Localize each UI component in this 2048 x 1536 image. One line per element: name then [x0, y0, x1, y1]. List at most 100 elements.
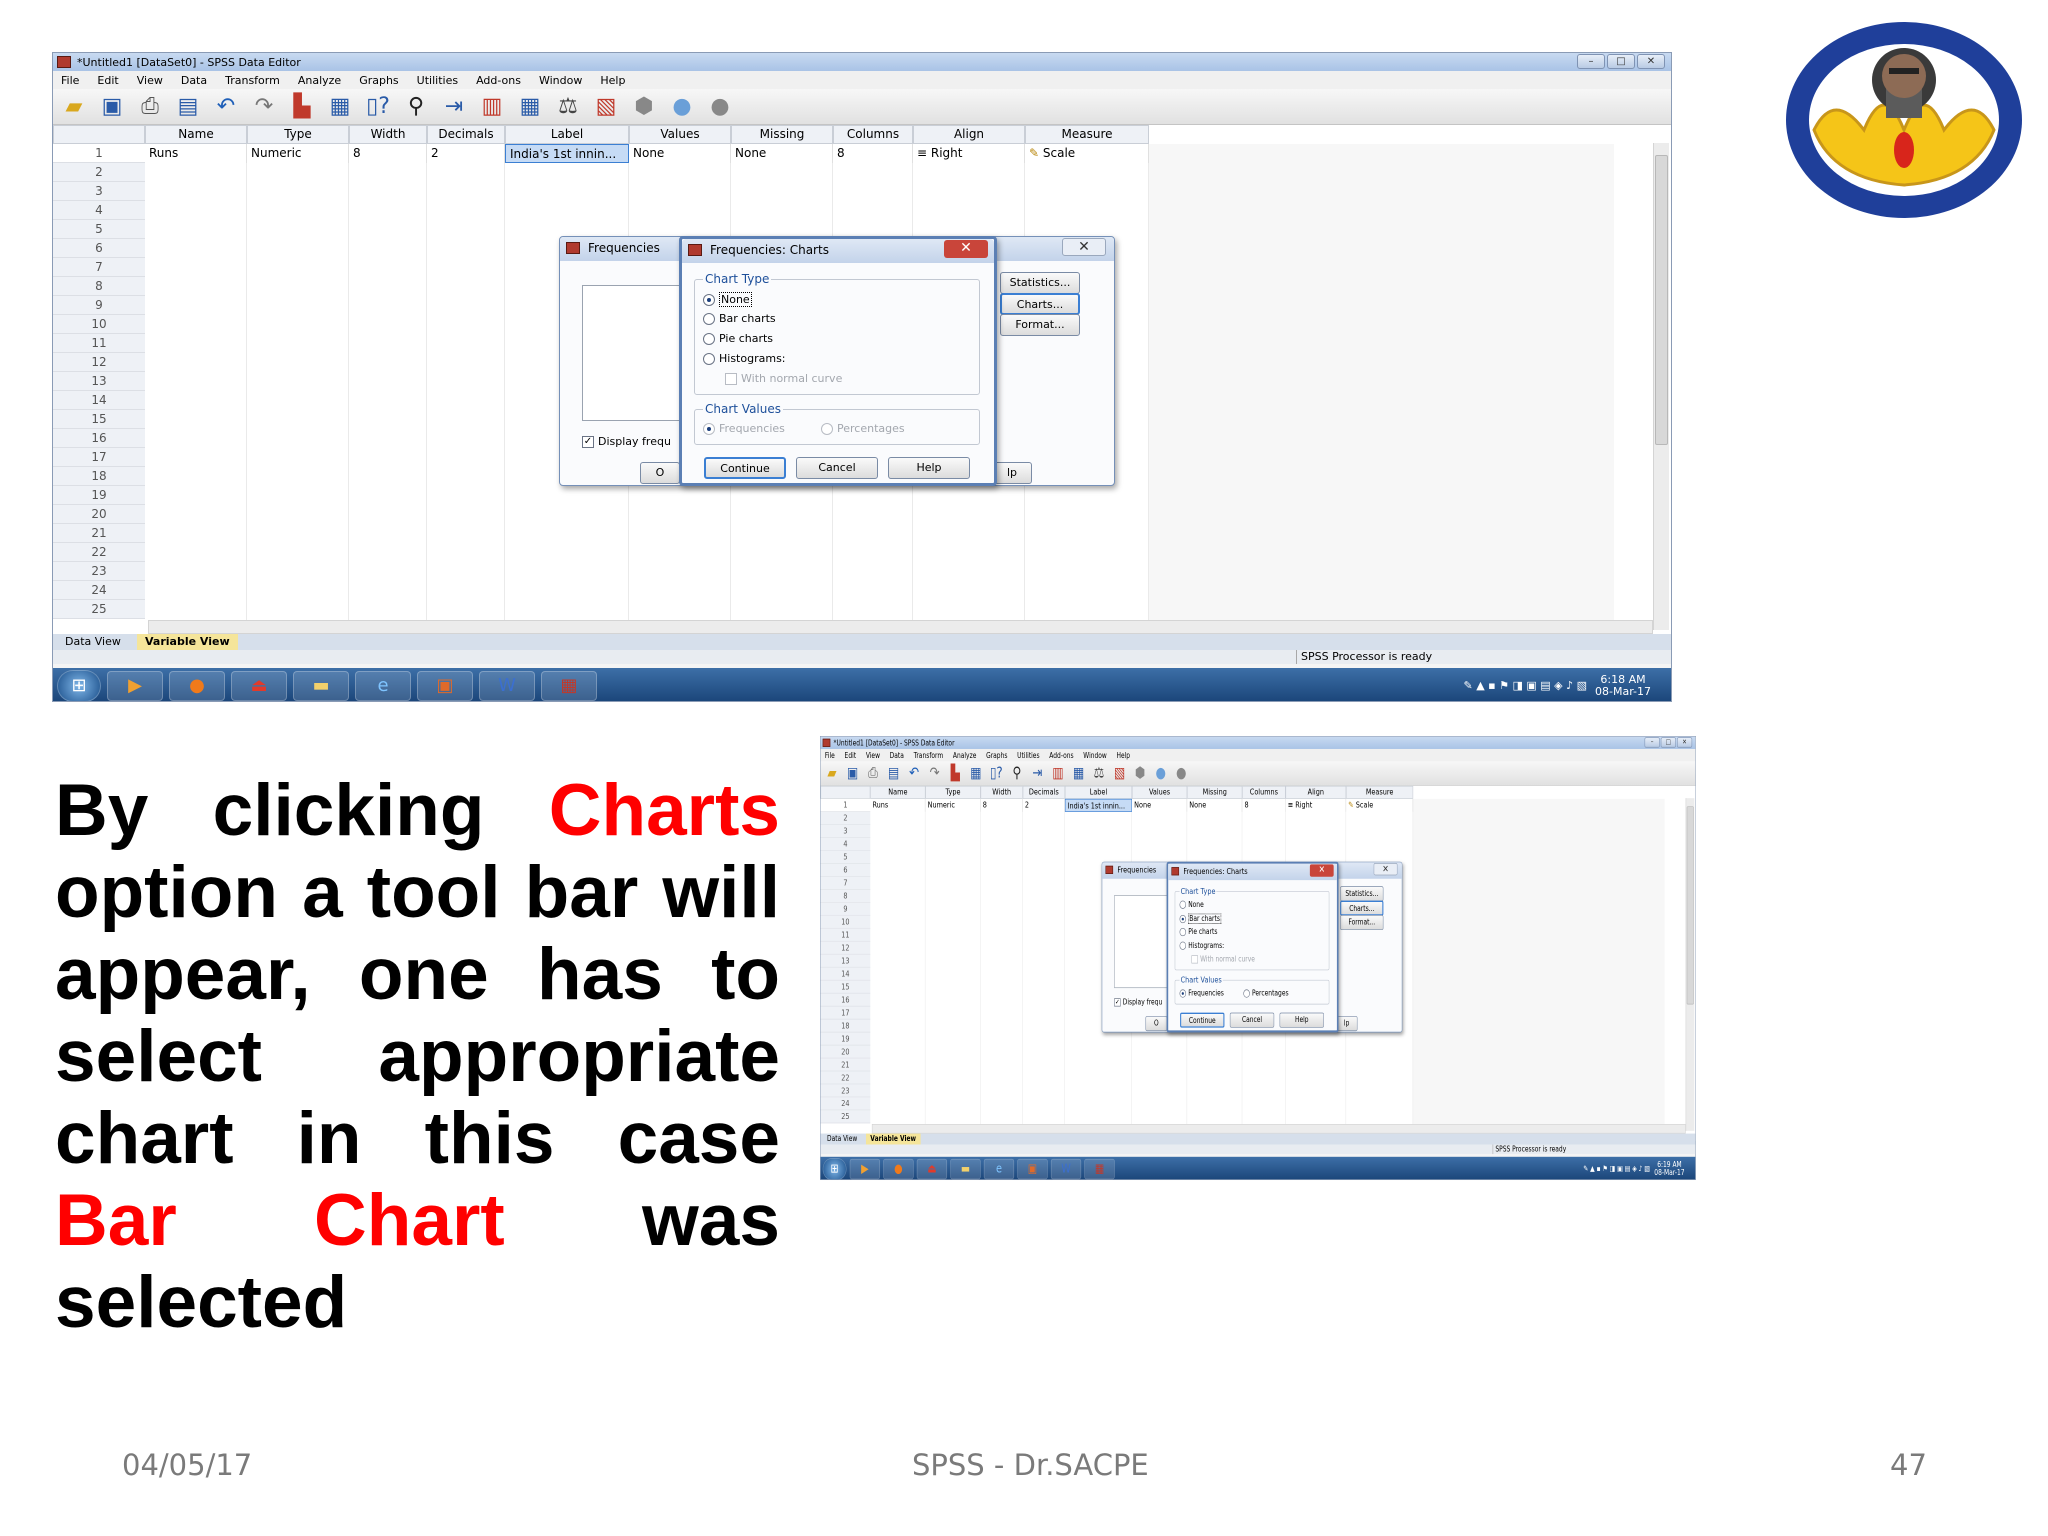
- row-number[interactable]: 15: [53, 410, 145, 429]
- col-header-measure[interactable]: Measure: [1025, 125, 1149, 144]
- row-number[interactable]: 23: [53, 562, 145, 581]
- charts-button[interactable]: Charts...: [1340, 900, 1384, 916]
- cell-values[interactable]: None: [1132, 798, 1188, 812]
- find-icon[interactable]: ⚲: [1008, 763, 1026, 783]
- windows-start-icon[interactable]: ⊞: [822, 1157, 847, 1180]
- cell-label[interactable]: India's 1st innin...: [1064, 798, 1132, 812]
- insert-cases-icon[interactable]: ⇥: [437, 92, 471, 122]
- menu-data[interactable]: Data: [181, 74, 207, 87]
- row-number[interactable]: 17: [820, 1006, 871, 1020]
- redo-icon[interactable]: ↷: [247, 92, 281, 122]
- menu-graphs[interactable]: Graphs: [359, 74, 398, 87]
- insert-cases-icon[interactable]: ⇥: [1028, 763, 1046, 783]
- spss-taskbar-icon[interactable]: ▦: [541, 670, 597, 701]
- row-number[interactable]: 6: [820, 863, 871, 877]
- col-header-align[interactable]: Align: [1285, 785, 1347, 799]
- row-number[interactable]: 8: [53, 277, 145, 296]
- close-icon[interactable]: ✕: [1062, 238, 1106, 256]
- row-number[interactable]: 19: [820, 1032, 871, 1046]
- cell-columns[interactable]: 8: [833, 144, 913, 163]
- cell-type[interactable]: Numeric: [925, 798, 981, 812]
- minimize-button[interactable]: –: [1577, 54, 1605, 69]
- col-header-width[interactable]: Width: [349, 125, 427, 144]
- col-header-decimals[interactable]: Decimals: [1022, 785, 1065, 799]
- row-number[interactable]: 10: [820, 915, 871, 929]
- media-player-icon[interactable]: ▶: [849, 1158, 881, 1179]
- cell-measure[interactable]: ✎ Scale: [1025, 144, 1149, 163]
- redo-icon[interactable]: ↷: [925, 763, 943, 783]
- row-number[interactable]: 22: [820, 1071, 871, 1085]
- col-header-type[interactable]: Type: [247, 125, 349, 144]
- weight-cases-icon[interactable]: ⚖: [551, 92, 585, 122]
- cell-align[interactable]: ≡ Right: [913, 144, 1025, 163]
- col-header-values[interactable]: Values: [629, 125, 731, 144]
- acrobat-icon[interactable]: ⏏: [916, 1158, 948, 1179]
- variable-list[interactable]: [1114, 895, 1169, 989]
- cell-decimals[interactable]: 2: [427, 144, 505, 163]
- menu-edit[interactable]: Edit: [845, 751, 857, 760]
- tab-data-view[interactable]: Data View: [57, 634, 129, 650]
- help-button[interactable]: lp: [1335, 1016, 1358, 1032]
- cell-width[interactable]: 8: [981, 798, 1023, 812]
- dialog-recall-icon[interactable]: ▤: [171, 92, 205, 122]
- cell-name[interactable]: Runs: [145, 144, 247, 163]
- menu-utilities[interactable]: Utilities: [1017, 751, 1039, 760]
- row-number[interactable]: 15: [820, 980, 871, 994]
- col-header-decimals[interactable]: Decimals: [427, 125, 505, 144]
- tab-data-view[interactable]: Data View: [823, 1134, 862, 1145]
- continue-button[interactable]: Continue: [1180, 1012, 1225, 1028]
- menu-analyze[interactable]: Analyze: [953, 751, 976, 760]
- row-number[interactable]: 11: [53, 334, 145, 353]
- menu-utilities[interactable]: Utilities: [417, 74, 458, 87]
- split-file-icon[interactable]: ▦: [1069, 763, 1087, 783]
- find-icon[interactable]: ⚲: [399, 92, 433, 122]
- cell-measure[interactable]: ✎ Scale: [1346, 798, 1414, 812]
- insert-variable-icon[interactable]: ▥: [1049, 763, 1067, 783]
- row-number[interactable]: 11: [820, 928, 871, 942]
- insert-variable-icon[interactable]: ▥: [475, 92, 509, 122]
- vertical-scrollbar[interactable]: [1653, 143, 1669, 630]
- vertical-scrollbar[interactable]: [1685, 798, 1695, 1131]
- format-button[interactable]: Format...: [1340, 914, 1384, 931]
- menu-help[interactable]: Help: [1116, 751, 1130, 760]
- menu-data[interactable]: Data: [890, 751, 904, 760]
- menu-addons[interactable]: Add-ons: [1049, 751, 1073, 760]
- show-all-icon[interactable]: ●: [1172, 763, 1190, 783]
- help-button[interactable]: Help: [888, 457, 970, 479]
- print-icon[interactable]: ⎙: [864, 763, 882, 783]
- select-cases-icon[interactable]: ▧: [1110, 763, 1128, 783]
- col-header-label[interactable]: Label: [505, 125, 629, 144]
- close-icon[interactable]: ✕: [944, 240, 988, 258]
- cell-columns[interactable]: 8: [1242, 798, 1286, 812]
- open-folder-icon[interactable]: ▰: [57, 92, 91, 122]
- radio-percentages[interactable]: Percentages: [821, 422, 905, 435]
- show-all-icon[interactable]: ●: [703, 92, 737, 122]
- cell-decimals[interactable]: 2: [1023, 798, 1065, 812]
- clock[interactable]: 6:19 AM 08-Mar-17: [1654, 1160, 1684, 1177]
- variable-list[interactable]: [582, 285, 682, 421]
- row-number[interactable]: 18: [820, 1019, 871, 1033]
- radio-pie-charts[interactable]: Pie charts: [703, 332, 773, 345]
- weight-cases-icon[interactable]: ⚖: [1090, 763, 1108, 783]
- row-number[interactable]: 12: [53, 353, 145, 372]
- explorer-folder-icon[interactable]: ▬: [950, 1158, 981, 1179]
- format-button[interactable]: Format...: [1000, 314, 1080, 336]
- help-button[interactable]: Help: [1279, 1012, 1324, 1028]
- value-labels-icon[interactable]: ⬢: [1131, 763, 1149, 783]
- checkbox-icon[interactable]: ✓: [582, 435, 594, 448]
- maximize-button[interactable]: □: [1660, 737, 1676, 748]
- cell-name[interactable]: Runs: [870, 798, 926, 812]
- row-number[interactable]: 6: [53, 239, 145, 258]
- menu-file[interactable]: File: [825, 751, 835, 760]
- cell-width[interactable]: 8: [349, 144, 427, 163]
- close-icon[interactable]: ✕: [1373, 863, 1398, 876]
- cell-missing[interactable]: None: [731, 144, 833, 163]
- continue-button[interactable]: Continue: [704, 457, 786, 479]
- row-number[interactable]: 5: [53, 220, 145, 239]
- spss-taskbar-icon[interactable]: ▦: [1084, 1158, 1115, 1179]
- radio-bar-charts[interactable]: Bar charts: [1179, 913, 1222, 924]
- row-number[interactable]: 14: [820, 967, 871, 981]
- cell-values[interactable]: None: [629, 144, 731, 163]
- radio-none[interactable]: None: [703, 292, 752, 307]
- row-number[interactable]: 9: [53, 296, 145, 315]
